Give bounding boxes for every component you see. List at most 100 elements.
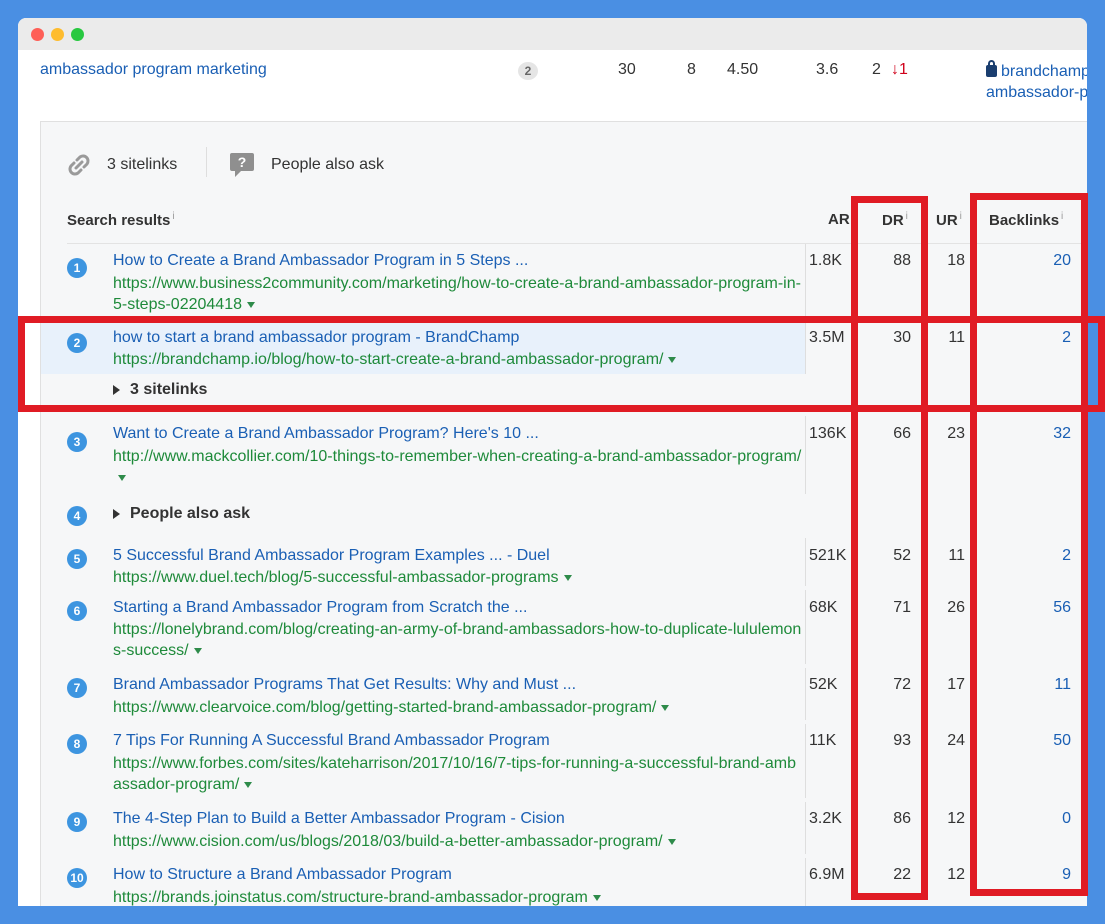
backlinks-value[interactable]: 2 (1001, 547, 1071, 565)
ar-header[interactable]: AR (828, 211, 850, 228)
column-divider (805, 416, 806, 494)
ur-value: 18 (947, 252, 965, 269)
dropdown-caret-icon[interactable] (193, 648, 202, 654)
rank-circle: 8 (67, 734, 87, 754)
backlinks-value[interactable]: 2 (1001, 329, 1071, 347)
minimize-window-button[interactable] (51, 28, 64, 41)
ar-value: 6.9M (809, 866, 845, 883)
ur-header[interactable]: UR i (936, 211, 962, 229)
ur-header-label: UR (936, 212, 958, 229)
column-divider (805, 802, 806, 854)
result-url-text: https://brandchamp.io/blog/how-to-start-… (113, 351, 664, 368)
backlinks-header[interactable]: Backlinks i (989, 211, 1063, 229)
result-row-10: 10 How to Structure a Brand Ambassador P… (41, 854, 1087, 906)
ar-value: 521K (809, 547, 847, 564)
backlinks-value[interactable]: 56 (1001, 599, 1071, 617)
result-url[interactable]: https://lonelybrand.com/blog/creating-an… (113, 619, 803, 661)
dr-header[interactable]: DR i (882, 211, 908, 229)
dr-value: 93 (893, 732, 911, 749)
result-title-link[interactable]: Want to Create a Brand Ambassador Progra… (113, 425, 539, 443)
rank-circle: 9 (67, 812, 87, 832)
dropdown-caret-icon[interactable] (563, 575, 572, 581)
keyword-link[interactable]: ambassador program marketing (40, 61, 267, 79)
dropdown-caret-icon[interactable] (246, 302, 255, 308)
question-icon: ? (230, 153, 254, 177)
ar-value: 3.2K (809, 810, 842, 827)
people-also-ask-expander-label: People also ask (130, 505, 251, 522)
dropdown-caret-icon[interactable] (668, 357, 677, 363)
result-title-link[interactable]: Brand Ambassador Programs That Get Resul… (113, 676, 576, 694)
column-divider (805, 858, 806, 906)
people-also-ask-expander[interactable]: People also ask (113, 505, 250, 523)
result-url[interactable]: https://www.duel.tech/blog/5-successful-… (113, 567, 803, 588)
result-row-8: 8 7 Tips For Running A Successful Brand … (41, 720, 1087, 798)
backlinks-value[interactable]: 20 (1001, 252, 1071, 270)
dr-value: 71 (893, 599, 911, 616)
result-row-7: 7 Brand Ambassador Programs That Get Res… (41, 664, 1087, 720)
dropdown-caret-icon[interactable] (661, 705, 670, 711)
close-window-button[interactable] (31, 28, 44, 41)
result-title-link[interactable]: Starting a Brand Ambassador Program from… (113, 599, 527, 617)
result-title-link[interactable]: how to start a brand ambassador program … (113, 329, 519, 347)
result-row-1: 1 How to Create a Brand Ambassador Progr… (41, 244, 1087, 320)
dropdown-caret-icon[interactable] (244, 782, 253, 788)
ranking-url[interactable]: brandchamp ambassador-p (986, 60, 1087, 103)
ar-value: 68K (809, 599, 838, 616)
dr-value: 30 (893, 329, 911, 346)
dr-value: 22 (893, 866, 911, 883)
dr-value: 86 (893, 810, 911, 827)
ur-value: 26 (947, 599, 965, 616)
rank-circle: 6 (67, 601, 87, 621)
serp-features-badge[interactable]: 2 (518, 62, 538, 80)
backlinks-value[interactable]: 32 (1001, 425, 1071, 443)
dr-header-label: DR (882, 212, 904, 229)
result-url-text: https://www.cision.com/us/blogs/2018/03/… (113, 833, 663, 850)
result-row-4: 4 People also ask (41, 498, 1087, 534)
ur-value: 24 (947, 732, 965, 749)
serp-overview-panel: 3 sitelinks ? People also ask Search res… (40, 121, 1087, 906)
dr-value: 72 (893, 676, 911, 693)
ur-value: 11 (948, 329, 965, 346)
sitelinks-feature[interactable]: 3 sitelinks (65, 149, 177, 181)
dropdown-caret-icon[interactable] (592, 895, 601, 901)
info-icon[interactable]: i (960, 211, 962, 222)
result-title-link[interactable]: How to Create a Brand Ambassador Program… (113, 252, 528, 270)
result-title-link[interactable]: The 4-Step Plan to Build a Better Ambass… (113, 810, 565, 828)
rank-circle: 3 (67, 432, 87, 452)
column-divider (805, 590, 806, 664)
backlinks-value[interactable]: 11 (1001, 676, 1071, 694)
info-icon[interactable]: i (906, 211, 908, 222)
maximize-window-button[interactable] (71, 28, 84, 41)
result-url[interactable]: http://www.mackcollier.com/10-things-to-… (113, 446, 803, 488)
dropdown-caret-icon[interactable] (667, 839, 676, 845)
dropdown-caret-icon[interactable] (118, 475, 126, 481)
search-results-header-label: Search results (67, 212, 171, 229)
people-also-ask-feature[interactable]: ? People also ask (229, 149, 384, 181)
sitelinks-expander-label: 3 sitelinks (130, 381, 208, 398)
result-url[interactable]: https://brandchamp.io/blog/how-to-start-… (113, 349, 803, 370)
backlinks-header-label: Backlinks (989, 212, 1060, 229)
result-url[interactable]: https://www.forbes.com/sites/kateharriso… (113, 753, 803, 795)
people-also-ask-label: People also ask (271, 156, 384, 173)
result-url[interactable]: https://www.business2community.com/marke… (113, 273, 803, 315)
result-title-link[interactable]: 5 Successful Brand Ambassador Program Ex… (113, 547, 550, 565)
result-url[interactable]: https://www.clearvoice.com/blog/getting-… (113, 697, 803, 718)
result-url[interactable]: https://www.cision.com/us/blogs/2018/03/… (113, 831, 803, 852)
result-title-link[interactable]: How to Structure a Brand Ambassador Prog… (113, 866, 452, 884)
ar-value: 52K (809, 676, 838, 693)
info-icon[interactable]: i (172, 211, 174, 222)
result-title-link[interactable]: 7 Tips For Running A Successful Brand Am… (113, 732, 550, 750)
result-url[interactable]: https://brands.joinstatus.com/structure-… (113, 887, 803, 906)
result-row-2: 2 how to start a brand ambassador progra… (41, 322, 1087, 412)
ar-value: 136K (809, 425, 847, 442)
expand-triangle-icon (113, 385, 120, 395)
backlinks-value[interactable]: 50 (1001, 732, 1071, 750)
expand-triangle-icon (113, 509, 120, 519)
column-divider (805, 724, 806, 798)
info-icon[interactable]: i (1061, 211, 1063, 222)
backlinks-value[interactable]: 9 (1001, 866, 1071, 884)
result-url-text: https://www.business2community.com/marke… (113, 275, 801, 313)
svg-text:?: ? (238, 154, 247, 170)
backlinks-value[interactable]: 0 (1001, 810, 1071, 828)
sitelinks-expander[interactable]: 3 sitelinks (113, 381, 207, 399)
